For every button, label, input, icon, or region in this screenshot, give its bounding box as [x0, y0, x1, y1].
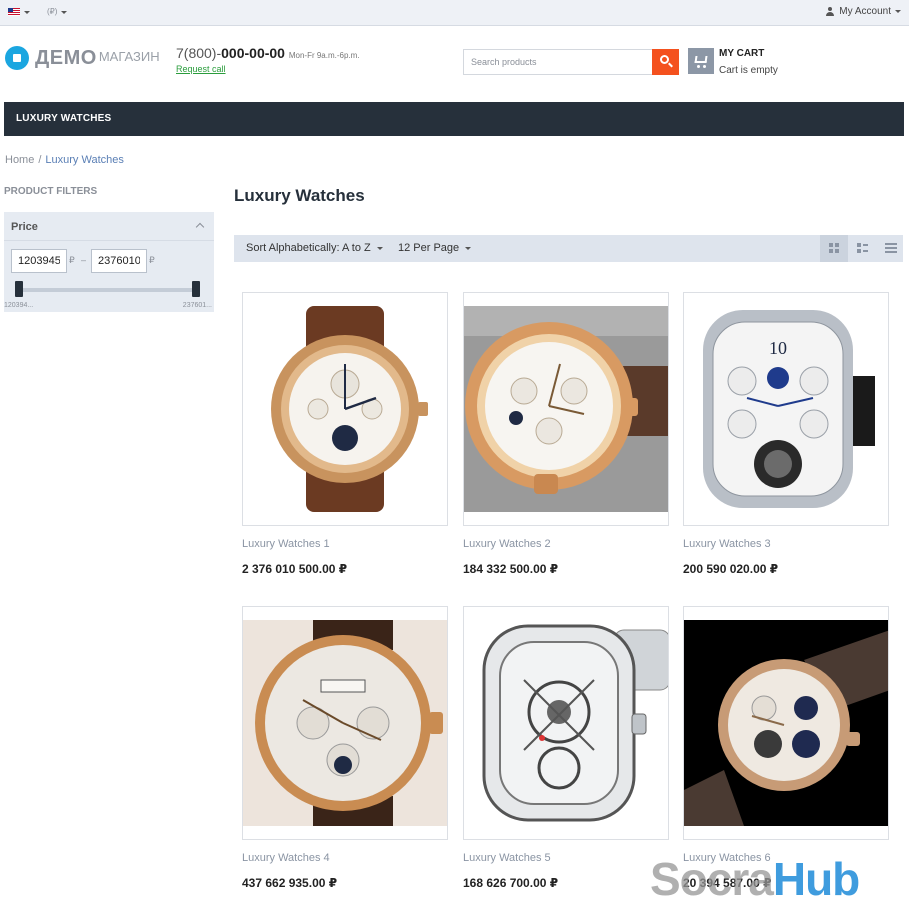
watch-photo	[464, 620, 668, 826]
phone-number: 7(800)-000-00-00 Mon-Fr 9a.m.-6p.m.	[176, 45, 360, 61]
chevron-down-icon	[895, 10, 901, 13]
request-call-link[interactable]: Request call	[176, 64, 226, 74]
product-name[interactable]: Luxury Watches 4	[242, 852, 330, 864]
product-name[interactable]: Luxury Watches 2	[463, 538, 551, 550]
watermark-part1: Socra	[650, 853, 774, 905]
main-nav: LUXURY WATCHES	[4, 102, 904, 136]
sort-label: Sort Alphabetically: A to Z	[246, 242, 371, 254]
price-slider-track[interactable]	[16, 288, 198, 292]
search-input[interactable]	[463, 49, 653, 75]
product-price: 437 662 935.00 ₽	[242, 876, 338, 890]
product-card[interactable]: Luxury Watches 4 437 662 935.00 ₽	[242, 606, 448, 890]
watch-photo	[684, 620, 888, 826]
page-title: Luxury Watches	[234, 186, 365, 205]
product-image[interactable]	[683, 606, 889, 840]
chevron-down-icon	[376, 246, 383, 250]
chevron-down-icon	[465, 246, 472, 250]
price-slider-max-handle[interactable]	[192, 281, 200, 297]
top-bar: (₽) My Account	[0, 0, 909, 26]
svg-text:10: 10	[769, 338, 787, 358]
site-logo[interactable]: ДЕМО МАГАЗИН	[5, 46, 160, 70]
account-label: My Account	[839, 6, 891, 17]
currency-label: ₽	[149, 255, 155, 265]
price-slider-min-handle[interactable]	[15, 281, 23, 297]
us-flag-icon[interactable]	[8, 8, 20, 16]
cart-button[interactable]	[688, 48, 714, 74]
product-image[interactable]: 10	[683, 292, 889, 526]
breadcrumb-current[interactable]: Luxury Watches	[45, 154, 123, 166]
grid-list-icon	[857, 243, 868, 254]
currency-selector[interactable]: (₽)	[47, 7, 57, 16]
per-page-label: 12 Per Page	[398, 242, 460, 254]
nav-item-luxury-watches[interactable]: LUXURY WATCHES	[16, 113, 111, 124]
product-price: 184 332 500.00 ₽	[463, 562, 559, 576]
product-image[interactable]	[463, 292, 669, 526]
user-icon	[825, 6, 835, 17]
grid-view-button[interactable]	[820, 235, 848, 262]
watermark-part2: Hub	[772, 853, 860, 905]
grid-icon	[829, 243, 840, 254]
product-image[interactable]	[242, 292, 448, 526]
socrahub-watermark: SocraHub	[650, 852, 860, 906]
cart-status: Cart is empty	[719, 65, 778, 76]
breadcrumb-home[interactable]: Home	[5, 154, 34, 166]
price-filter: Price ₽ – ₽ 120394... 237601...	[4, 212, 214, 312]
price-max-input[interactable]	[91, 249, 147, 273]
chevron-down-icon[interactable]	[24, 11, 30, 14]
price-range-max-label: 237601...	[182, 302, 212, 309]
watch-photo	[464, 306, 668, 512]
list-view-button[interactable]	[876, 235, 904, 262]
phone-prefix: 7(800)-	[176, 45, 222, 61]
search-button[interactable]	[652, 49, 679, 75]
product-name[interactable]: Luxury Watches 5	[463, 852, 551, 864]
chevron-down-icon[interactable]	[61, 11, 67, 14]
product-price: 2 376 010 500.00 ₽	[242, 562, 348, 576]
phone-hours: Mon-Fr 9a.m.-6p.m.	[288, 51, 360, 60]
list-icon	[885, 243, 897, 254]
per-page-dropdown[interactable]: 12 Per Page	[398, 242, 472, 254]
watch-photo	[256, 306, 434, 512]
logo-subtext: МАГАЗИН	[98, 48, 160, 64]
range-dash: –	[81, 255, 87, 265]
grid-list-view-button[interactable]	[848, 235, 876, 262]
catalog-toolbar: Sort Alphabetically: A to Z 12 Per Page	[234, 235, 903, 262]
currency-label: ₽	[69, 255, 75, 265]
product-price: 200 590 020.00 ₽	[683, 562, 779, 576]
watch-photo: 10	[697, 306, 875, 512]
product-image[interactable]	[242, 606, 448, 840]
logo-icon	[5, 46, 29, 70]
product-name[interactable]: Luxury Watches 3	[683, 538, 771, 550]
breadcrumb: Home / Luxury Watches	[5, 154, 124, 166]
phone-main: 000-00-00	[221, 45, 285, 61]
price-filter-label: Price	[11, 221, 38, 233]
price-range-min-label: 120394...	[4, 302, 34, 309]
product-card[interactable]: 10 Luxury Watches 3 200 590 020.00 ₽	[683, 292, 889, 576]
product-price: 168 626 700.00 ₽	[463, 876, 559, 890]
chevron-up-icon[interactable]	[195, 222, 205, 232]
watch-photo	[243, 620, 447, 826]
product-filters-title: PRODUCT FILTERS	[4, 186, 98, 197]
breadcrumb-separator: /	[38, 154, 42, 166]
cart-icon	[694, 56, 708, 63]
account-menu[interactable]: My Account	[825, 6, 901, 17]
cart-title[interactable]: MY CART	[719, 48, 764, 59]
product-card[interactable]: Luxury Watches 6 20 394 587.00 ₽	[683, 606, 889, 890]
product-name[interactable]: Luxury Watches 1	[242, 538, 330, 550]
sort-dropdown[interactable]: Sort Alphabetically: A to Z	[246, 242, 383, 254]
product-image[interactable]	[463, 606, 669, 840]
logo-text: ДЕМО	[35, 46, 97, 69]
product-card[interactable]: Luxury Watches 5 168 626 700.00 ₽	[463, 606, 669, 890]
product-card[interactable]: Luxury Watches 2 184 332 500.00 ₽	[463, 292, 669, 576]
price-filter-header[interactable]: Price	[4, 212, 214, 241]
price-min-input[interactable]	[11, 249, 67, 273]
product-card[interactable]: Luxury Watches 1 2 376 010 500.00 ₽	[242, 292, 448, 576]
